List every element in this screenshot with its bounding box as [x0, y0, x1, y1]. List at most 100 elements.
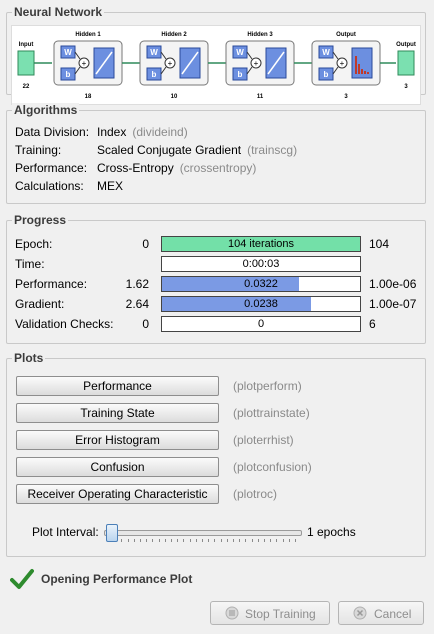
plot-interval-ticks — [109, 539, 296, 543]
slider-tick — [257, 539, 259, 542]
neural-network-title: Neural Network — [12, 5, 105, 19]
stop-training-button[interactable]: Stop Training — [210, 601, 330, 625]
slider-tick — [264, 539, 265, 542]
svg-text:+: + — [168, 59, 173, 68]
plot-performance-button[interactable]: Performance — [16, 376, 219, 396]
cancel-button[interactable]: Cancel — [338, 601, 424, 625]
progress-bar: 0 — [161, 316, 361, 332]
algo-value-wrap: MEX — [97, 178, 123, 195]
algo-label: Calculations: — [15, 179, 84, 193]
progress-end: 1.00e-06 — [369, 277, 417, 291]
algo-value-wrap: Scaled Conjugate Gradient (trainscg) — [97, 142, 297, 159]
progress-bar: 0.0322 — [161, 276, 361, 292]
progress-row-gradient: Gradient: 2.64 0.0238 1.00e-07 — [15, 295, 419, 313]
plot-training-state-button[interactable]: Training State — [16, 403, 219, 423]
input-block — [17, 50, 35, 76]
weight-label: W — [150, 48, 158, 57]
layer-hidden-3: Hidden 3 W b + 11 — [225, 32, 295, 100]
algo-label: Training: — [15, 143, 62, 157]
slider-tick — [140, 539, 141, 542]
progress-label: Gradient: — [15, 297, 65, 311]
algo-label: Performance: — [15, 161, 88, 175]
output-block — [397, 50, 415, 76]
progress-row-time: Time: 0:00:03 — [15, 255, 419, 273]
slider-tick — [282, 539, 284, 542]
slider-tick — [295, 539, 296, 542]
algorithms-panel: Algorithms Data Division: Index (dividein… — [6, 103, 426, 204]
algo-value-wrap: Index (divideind) — [97, 124, 188, 141]
slider-tick — [195, 539, 197, 542]
slider-tick — [164, 539, 166, 542]
slider-tick — [214, 539, 216, 542]
progress-row-epoch: Epoch: 0 104 iterations 104 — [15, 235, 419, 253]
progress-end: 1.00e-07 — [369, 297, 417, 311]
neural-network-panel: Neural Network Input 22 Hidden 1 W b + 1… — [6, 5, 426, 105]
status-bar: Opening Performance Plot — [10, 568, 192, 590]
plot-interval-slider[interactable] — [104, 530, 302, 536]
slider-tick — [202, 539, 203, 542]
algo-value: Scaled Conjugate Gradient — [97, 143, 242, 157]
algo-value-wrap: Cross-Entropy (crossentropy) — [97, 160, 256, 177]
plot-roc-button[interactable]: Receiver Operating Characteristic — [16, 484, 219, 504]
progress-start: 0 — [142, 317, 149, 331]
layer-size: 11 — [257, 94, 264, 100]
plots-panel: Plots Performance (plotperform) Training… — [6, 351, 426, 557]
progress-label: Performance: — [15, 277, 88, 291]
plot-function: (plotroc) — [233, 487, 278, 501]
bias-label: b — [152, 70, 157, 79]
input-size: 22 — [23, 84, 30, 90]
layer-output: Output W b + 3 — [311, 32, 381, 100]
algo-function: (crossentropy) — [179, 161, 257, 175]
slider-tick — [208, 539, 210, 542]
plot-function: (ploterrhist) — [233, 433, 294, 447]
algo-label: Data Division: — [15, 125, 90, 139]
plot-error-histogram-button[interactable]: Error Histogram — [16, 430, 219, 450]
progress-start: 0 — [142, 237, 149, 251]
progress-bar: 104 iterations — [161, 236, 361, 252]
progress-label: Time: — [15, 257, 45, 271]
algo-function: (trainscg) — [247, 143, 298, 157]
layer-title: Hidden 3 — [247, 32, 273, 38]
progress-bar-text: 0:00:03 — [242, 258, 280, 270]
slider-tick — [226, 539, 228, 542]
algorithms-title: Algorithms — [12, 103, 80, 117]
plot-interval-value: 1 epochs — [307, 525, 356, 539]
progress-bar: 0.0238 — [161, 296, 361, 312]
slider-tick — [177, 539, 179, 542]
layer-hidden-1: Hidden 1 W b + 18 — [53, 32, 123, 100]
network-diagram-svg: Input 22 Hidden 1 W b + 18 Hidden 2 W b … — [17, 32, 416, 100]
output-label: Output — [396, 42, 416, 48]
slider-tick — [146, 539, 148, 542]
slider-tick — [233, 539, 234, 542]
plot-confusion-button[interactable]: Confusion — [16, 457, 219, 477]
plot-interval-label: Plot Interval: — [32, 525, 99, 539]
input-label: Input — [19, 42, 34, 48]
slider-tick — [189, 539, 191, 542]
stop-training-label: Stop Training — [245, 607, 316, 621]
svg-text:+: + — [340, 59, 345, 68]
layer-size: 18 — [85, 94, 92, 100]
slider-tick — [288, 539, 290, 542]
progress-start: 1.62 — [125, 277, 149, 291]
layer-title: Output — [336, 32, 356, 38]
algo-function: (divideind) — [132, 125, 188, 139]
plots-title: Plots — [12, 351, 46, 365]
bias-label: b — [66, 70, 71, 79]
layer-title: Hidden 2 — [161, 32, 187, 38]
progress-row-performance: Performance: 1.62 0.0322 1.00e-06 — [15, 275, 419, 293]
progress-panel: Progress Epoch: 0 104 iterations 104 Tim… — [6, 213, 426, 344]
plot-function: (plotperform) — [233, 379, 302, 393]
checkmark-icon — [10, 569, 34, 589]
bias-label: b — [324, 70, 329, 79]
cancel-icon — [353, 606, 367, 620]
algo-value: Cross-Entropy — [97, 161, 174, 175]
slider-tick — [251, 539, 253, 542]
status-text: Opening Performance Plot — [41, 572, 193, 586]
progress-start: 2.64 — [125, 297, 149, 311]
slider-tick — [158, 539, 160, 542]
layer-title: Hidden 1 — [75, 32, 101, 38]
plot-interval-slider-thumb[interactable] — [106, 524, 118, 542]
slider-tick — [127, 539, 129, 542]
slider-tick — [133, 539, 135, 542]
progress-bar-text: 0.0238 — [244, 298, 278, 310]
